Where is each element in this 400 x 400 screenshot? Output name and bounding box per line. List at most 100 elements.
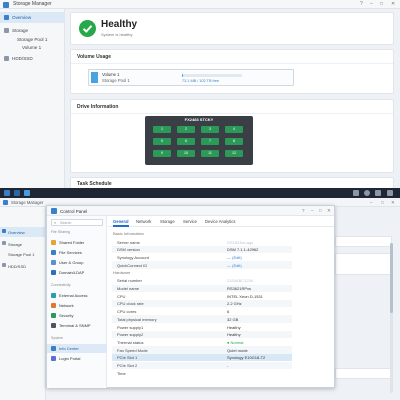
info-row: Thermal status ● Normal xyxy=(112,338,292,346)
info-key: Power supply2 xyxy=(117,332,144,338)
close-icon[interactable]: ✕ xyxy=(391,1,395,7)
main-menu-icon[interactable] xyxy=(4,190,10,196)
control-panel-tabs: General Network Storage Service Device A… xyxy=(108,216,334,227)
desktop-taskbar xyxy=(0,188,400,198)
volume-usage-card: Volume Usage Volume 1 Storage Pool 1 73.… xyxy=(70,49,394,94)
search-input[interactable]: ⌕ Search xyxy=(51,219,103,226)
section-heading[interactable]: Basic Information xyxy=(113,231,144,236)
minimize-icon[interactable]: – xyxy=(311,208,314,213)
sidebar-item-overview[interactable]: Overview xyxy=(0,12,65,23)
sidebar-item-storage-pool[interactable]: Storage Pool 1 xyxy=(0,249,46,259)
sidebar-item-hdd-ssd[interactable]: HDD/SSD xyxy=(0,261,46,271)
info-value: 2.2 GHz xyxy=(227,301,242,307)
storage-manager-icon xyxy=(3,1,9,8)
drive-bay[interactable]: 8 xyxy=(225,138,243,145)
sidebar-item-overview[interactable]: Overview xyxy=(0,227,46,237)
sidebar-item-security[interactable]: Security xyxy=(47,311,107,320)
user-icon[interactable] xyxy=(364,190,370,196)
info-value: Quiet mode xyxy=(227,347,248,353)
sidebar-item-storage[interactable]: Storage xyxy=(0,239,46,249)
close-icon[interactable]: ✕ xyxy=(391,200,395,206)
search-placeholder: Search xyxy=(60,221,72,226)
info-key: Total physical memory xyxy=(117,316,157,322)
divider xyxy=(71,113,393,114)
sidebar-item-network[interactable]: Network xyxy=(47,301,107,310)
sidebar-item-login-portal[interactable]: Login Portal xyxy=(47,354,107,363)
tab-device-analytics[interactable]: Device Analytics xyxy=(205,219,236,224)
info-key: Thermal status xyxy=(117,339,144,345)
drive-bay[interactable]: 5 xyxy=(153,138,171,145)
volume-usage-heading: Volume Usage xyxy=(77,54,112,60)
info-key: PCIe Slot 1 xyxy=(117,355,138,361)
drive-bay[interactable]: 6 xyxy=(177,138,195,145)
drive-bay[interactable]: 10 xyxy=(177,150,195,157)
sidebar-item-label: Shared Folder xyxy=(59,240,85,246)
usage-text: 73.1 MB / 102 TB free xyxy=(182,79,220,83)
info-value[interactable]: — (Edit) xyxy=(227,255,242,260)
login-portal-icon xyxy=(51,356,56,361)
sidebar-item-terminal-snmp[interactable]: Terminal & SNMP xyxy=(47,321,107,330)
drive-bay[interactable]: 7 xyxy=(201,138,219,145)
tab-storage[interactable]: Storage xyxy=(160,219,175,224)
tab-service[interactable]: Service xyxy=(183,219,197,224)
sidebar-item-volume[interactable]: Volume 1 xyxy=(0,42,65,53)
drive-bay[interactable]: 3 xyxy=(201,126,219,133)
drive-bay[interactable]: 2 xyxy=(177,126,195,133)
info-value: Healthy xyxy=(227,332,241,338)
section-heading[interactable]: Hardware xyxy=(113,270,130,275)
minimize-icon[interactable]: – xyxy=(370,1,373,7)
scrollbar-thumb[interactable] xyxy=(390,243,393,313)
help-icon[interactable]: ? xyxy=(360,1,363,7)
tab-general[interactable]: General xyxy=(113,219,129,224)
volume-usage-item[interactable]: Volume 1 Storage Pool 1 73.1 MB / 102 TB… xyxy=(88,69,294,86)
sidebar-item-user-group[interactable]: User & Group xyxy=(47,258,107,267)
sidebar-group-heading[interactable]: Connectivity xyxy=(51,283,71,287)
info-row: CPU clock rate 2.2 GHz xyxy=(112,299,292,308)
info-value: INTEL Xeon D-1531 xyxy=(227,293,263,299)
storage-manager-task-icon[interactable] xyxy=(14,190,20,196)
search-icon: ⌕ xyxy=(54,221,57,225)
help-icon[interactable]: ? xyxy=(302,208,305,213)
scrollbar[interactable] xyxy=(390,243,393,393)
info-row: Server name DS1823xs-ags xyxy=(112,238,292,246)
sidebar-item-label: External Access xyxy=(59,293,88,299)
maximize-icon[interactable]: □ xyxy=(380,1,383,7)
drive-bay[interactable]: 11 xyxy=(201,150,219,157)
sidebar-item-external-access[interactable]: External Access xyxy=(47,291,107,300)
drive-bay[interactable]: 1 xyxy=(153,126,171,133)
notifications-icon[interactable] xyxy=(353,190,359,196)
sidebar-item-domain-ldap[interactable]: Domain/LDAP xyxy=(47,268,107,277)
sidebar-item-hdd-ssd[interactable]: HDD/SSD xyxy=(0,53,65,64)
health-status-card: Healthy System is healthy. xyxy=(70,12,394,45)
task-schedule-heading: Task Schedule xyxy=(77,181,112,187)
tab-network[interactable]: Network xyxy=(136,219,151,224)
sidebar-item-info-center[interactable]: Info Center xyxy=(47,344,107,353)
divider xyxy=(71,63,393,64)
drive-bay[interactable]: 4 xyxy=(225,126,243,133)
terminal-snmp-icon xyxy=(51,323,56,328)
info-key: Model name xyxy=(117,286,140,292)
drive-bay[interactable]: 12 xyxy=(225,150,243,157)
info-row: Synology Account — (Edit) xyxy=(112,253,292,261)
sidebar-item-shared-folder[interactable]: Shared Folder xyxy=(47,238,107,247)
drive-bay[interactable]: 9 xyxy=(153,150,171,157)
maximize-icon[interactable]: □ xyxy=(381,200,384,205)
info-key: Server name xyxy=(117,239,140,245)
close-icon[interactable]: ✕ xyxy=(327,208,331,214)
control-panel-title-bar[interactable]: Control Panel ? – □ ✕ xyxy=(47,206,334,216)
sidebar-group-heading[interactable]: System xyxy=(51,336,63,340)
minimize-icon[interactable]: – xyxy=(370,200,373,205)
storage-sidebar: Overview Storage Storage Pool 1 Volume 1… xyxy=(0,9,65,188)
widgets-icon[interactable] xyxy=(387,190,393,196)
search-icon[interactable] xyxy=(375,190,381,196)
sidebar-group-heading[interactable]: File Sharing xyxy=(51,230,70,234)
control-panel-task-icon[interactable] xyxy=(24,190,30,196)
sidebar-item-file-services[interactable]: File Services xyxy=(47,248,107,257)
storage-icon xyxy=(4,28,9,33)
info-value[interactable]: — (Edit) xyxy=(227,263,242,268)
info-value: 32 GB xyxy=(227,316,239,322)
control-panel-icon xyxy=(51,208,57,214)
maximize-icon[interactable]: □ xyxy=(319,208,322,213)
storage-sidebar: Overview Storage Storage Pool 1 HDD/SSD xyxy=(0,207,46,400)
info-row: CPU INTEL Xeon D-1531 xyxy=(112,292,292,300)
